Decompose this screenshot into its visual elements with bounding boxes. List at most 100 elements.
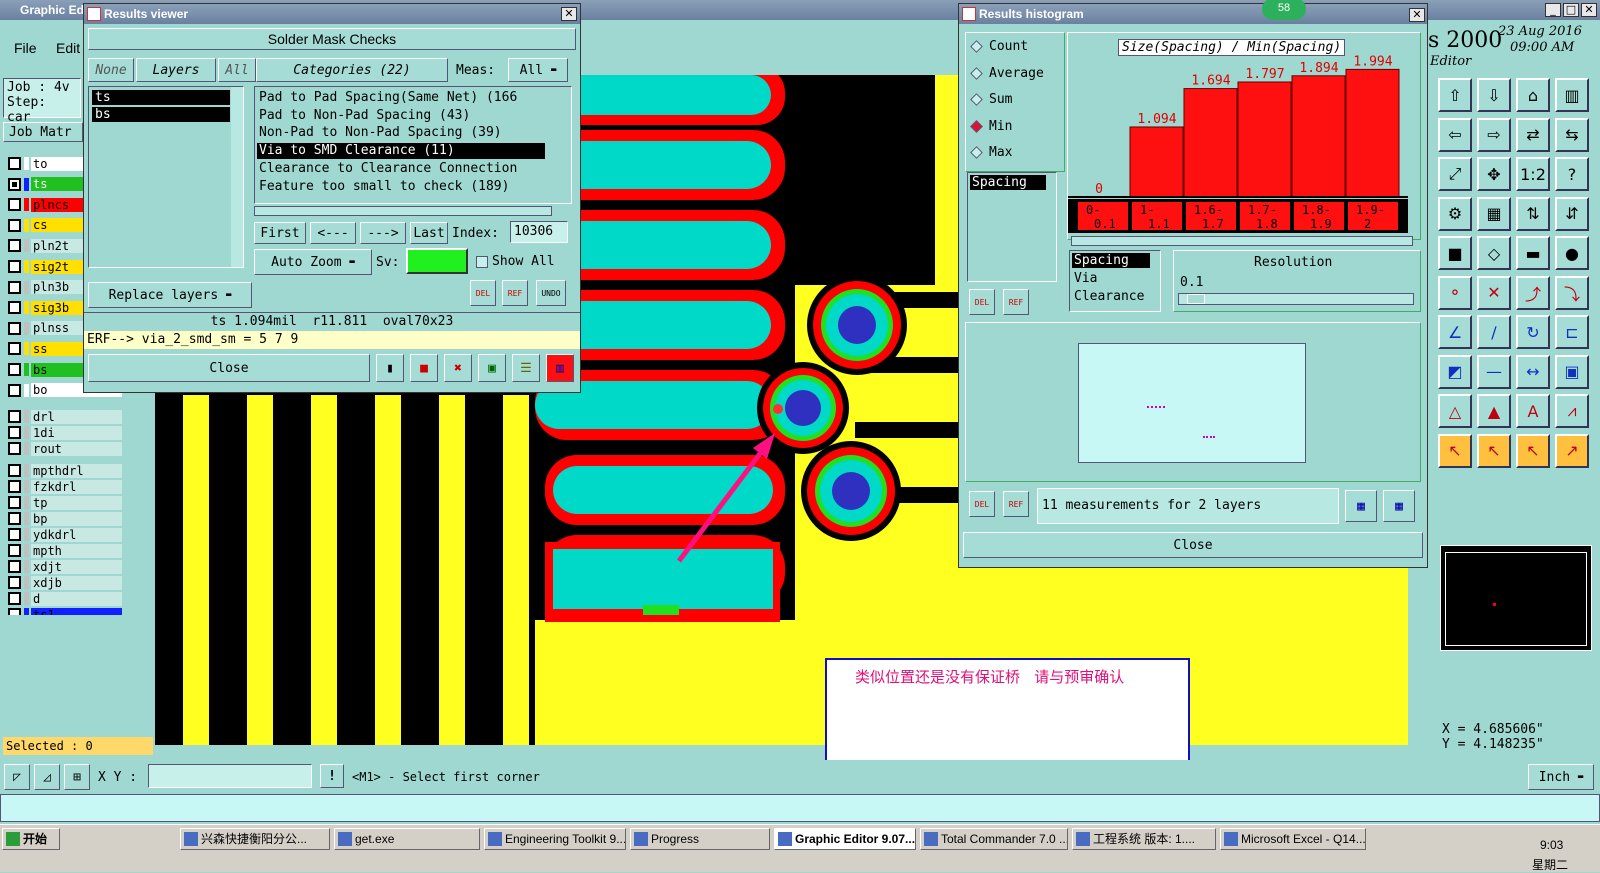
arc-icon[interactable]: ▲ bbox=[1477, 394, 1511, 428]
del-button[interactable]: DEL bbox=[470, 280, 496, 306]
xy-input[interactable] bbox=[148, 764, 312, 788]
swap-icon[interactable]: ⇄ bbox=[1516, 117, 1550, 152]
category-item[interactable]: Non-Pad to Non-Pad Spacing (39) bbox=[257, 125, 502, 141]
rotate-icon[interactable]: ↻ bbox=[1516, 315, 1550, 349]
categories-button[interactable]: Categories (22) bbox=[256, 58, 448, 82]
layer-checkbox[interactable] bbox=[8, 496, 21, 510]
layer-checkbox[interactable] bbox=[8, 260, 21, 273]
overview-map[interactable] bbox=[1440, 545, 1592, 651]
pan-left-icon[interactable]: ⇦ bbox=[1438, 117, 1472, 152]
slider-handle[interactable] bbox=[1187, 294, 1205, 304]
category-item[interactable]: Clearance to Clearance Connection bbox=[257, 161, 517, 177]
layer-checkbox[interactable] bbox=[8, 301, 21, 315]
ref-button[interactable]: REF bbox=[1003, 289, 1029, 315]
category-list[interactable]: Pad to Pad Spacing(Same Net) (166 Pad to … bbox=[254, 86, 572, 204]
job-matrix-button[interactable]: Job Matr bbox=[3, 122, 83, 142]
category-item[interactable]: Feature too small to check (189) bbox=[257, 179, 509, 195]
pick-icon[interactable]: ↖ bbox=[1516, 433, 1550, 468]
layers-button[interactable]: Layers bbox=[136, 58, 216, 82]
layer-checkbox[interactable] bbox=[8, 544, 21, 558]
dash-icon[interactable]: — bbox=[1477, 354, 1511, 389]
layer-row-mpthdrl[interactable]: mpthdrl bbox=[8, 463, 122, 478]
fan-icon[interactable]: ⩘ bbox=[1555, 394, 1589, 428]
cross-icon[interactable]: ✕ bbox=[1477, 275, 1511, 310]
layer-checkbox[interactable] bbox=[8, 592, 21, 606]
layer-checkbox[interactable] bbox=[8, 363, 21, 376]
close-icon[interactable]: ✕ bbox=[1409, 8, 1425, 22]
ruler-icon[interactable]: ▬ bbox=[1516, 236, 1550, 270]
ref-button[interactable]: REF bbox=[502, 280, 528, 306]
histogram-titlebar[interactable]: Results histogram bbox=[959, 4, 1427, 24]
triangle-icon[interactable]: △ bbox=[1438, 394, 1472, 428]
menu-edit[interactable]: Edit bbox=[56, 40, 80, 56]
layer-checkbox[interactable] bbox=[8, 528, 21, 542]
stat-option-sum[interactable]: Sum bbox=[970, 92, 1012, 107]
layer-checkbox[interactable] bbox=[8, 383, 21, 397]
layer-row-fzkdrl[interactable]: fzkdrl bbox=[8, 479, 122, 494]
type-list[interactable]: Spacing Via Clearance bbox=[1069, 250, 1161, 312]
taskbar-item[interactable]: Graphic Editor 9.07... bbox=[774, 828, 916, 850]
measure-icon[interactable]: ◿ bbox=[34, 764, 60, 790]
type-item-spacing[interactable]: Spacing bbox=[1072, 253, 1150, 268]
layer-checkbox[interactable] bbox=[8, 442, 21, 456]
ref-button[interactable]: REF bbox=[1003, 491, 1029, 517]
settings-icon[interactable]: ⚙ bbox=[1438, 196, 1472, 231]
maximize-button[interactable]: □ bbox=[1563, 3, 1579, 17]
taskbar-item[interactable]: Total Commander 7.0 ... bbox=[920, 828, 1068, 850]
pointer-icon[interactable]: ↖ bbox=[1438, 433, 1472, 468]
zoom-out-icon[interactable]: ⇩ bbox=[1477, 78, 1511, 112]
layer-checkbox[interactable] bbox=[8, 218, 21, 232]
auto-zoom-select[interactable]: Auto Zoom ▬ bbox=[254, 249, 372, 275]
route-down-icon[interactable]: ⤵ bbox=[1555, 275, 1589, 310]
close-icon[interactable]: ✕ bbox=[561, 7, 577, 21]
line-icon[interactable]: ∕ bbox=[1477, 315, 1511, 349]
close-icon[interactable]: ✕ bbox=[1581, 3, 1597, 17]
layer-checkbox[interactable] bbox=[8, 480, 21, 494]
grid-icon[interactable]: ▦ bbox=[1477, 196, 1511, 231]
help-icon[interactable]: ? bbox=[1555, 157, 1589, 191]
measure-list[interactable]: Spacing bbox=[967, 172, 1057, 282]
first-button[interactable]: First bbox=[254, 222, 306, 244]
flip-icon[interactable]: ⇅ bbox=[1516, 196, 1550, 231]
close-button[interactable]: Close bbox=[88, 354, 370, 382]
width-icon[interactable]: ↔ bbox=[1516, 354, 1550, 389]
layer-row-drl[interactable]: drl bbox=[8, 409, 122, 424]
pan-right-icon[interactable]: ⇨ bbox=[1477, 117, 1511, 152]
mirror-icon[interactable]: ⇆ bbox=[1555, 117, 1589, 152]
histogram-bar[interactable] bbox=[1129, 126, 1184, 198]
move-pointer-icon[interactable]: ↗ bbox=[1555, 433, 1589, 468]
category-item[interactable]: Via to SMD Clearance (11) bbox=[257, 143, 545, 160]
box-icon[interactable]: ▣ bbox=[1555, 354, 1589, 389]
export-icon[interactable]: ▦ bbox=[1345, 490, 1377, 522]
none-button[interactable]: None bbox=[88, 58, 134, 82]
layer-checkbox[interactable] bbox=[8, 157, 21, 170]
layer-checkbox[interactable] bbox=[8, 410, 21, 424]
taskbar-item[interactable]: 兴森快捷衡阳分公... bbox=[180, 828, 330, 850]
window-icon[interactable]: ▥ bbox=[1555, 78, 1589, 112]
index-input[interactable]: 10306 bbox=[510, 221, 568, 243]
stat-option-max[interactable]: Max bbox=[970, 145, 1012, 160]
layer-row-d[interactable]: d bbox=[8, 591, 122, 606]
scrollbar[interactable] bbox=[231, 87, 243, 267]
layer-checkbox[interactable] bbox=[8, 239, 21, 253]
dot-icon[interactable]: ● bbox=[1555, 236, 1589, 270]
chart-scrollbar[interactable] bbox=[1071, 236, 1413, 246]
layer-checkbox[interactable] bbox=[8, 426, 21, 440]
clear-tool-icon[interactable]: ✖ bbox=[444, 354, 472, 382]
bracket-icon[interactable]: ⊏ bbox=[1555, 315, 1589, 349]
layer-results-list[interactable]: ts bs bbox=[88, 86, 244, 268]
measure-item-spacing[interactable]: Spacing bbox=[970, 175, 1046, 190]
layer-checkbox[interactable] bbox=[8, 464, 21, 478]
report-tool-icon[interactable]: ▣ bbox=[478, 354, 506, 382]
next-button[interactable]: ---> bbox=[360, 222, 406, 244]
fill-icon[interactable]: ■ bbox=[1438, 236, 1472, 270]
stat-option-average[interactable]: Average bbox=[970, 66, 1044, 81]
scale-icon[interactable]: 1:2 bbox=[1516, 157, 1550, 191]
results-viewer-titlebar[interactable]: Results viewer bbox=[84, 4, 580, 24]
meas-select[interactable]: All ▬ bbox=[508, 58, 568, 82]
layer-item-bs[interactable]: bs bbox=[92, 107, 230, 122]
del-button[interactable]: DEL bbox=[969, 289, 995, 315]
last-button[interactable]: Last bbox=[410, 222, 448, 244]
layer-checkbox[interactable] bbox=[8, 321, 21, 335]
all-button[interactable]: All bbox=[218, 58, 256, 82]
